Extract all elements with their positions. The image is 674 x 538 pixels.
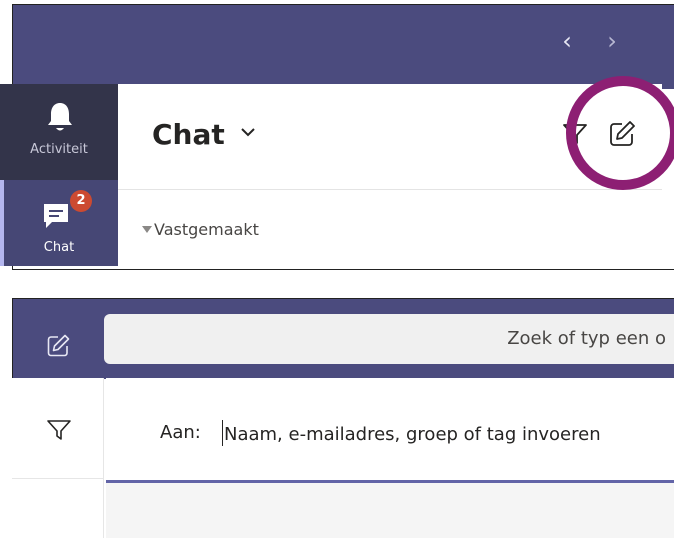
compose-icon[interactable]	[46, 334, 70, 358]
text-cursor	[222, 420, 223, 446]
divider	[12, 478, 104, 479]
to-label: Aan:	[160, 422, 201, 443]
rail-item-label: Chat	[43, 240, 75, 255]
page-title[interactable]: Chat	[152, 118, 225, 151]
pinned-section-label[interactable]: Vastgemaakt	[154, 220, 259, 239]
chat-bubble-icon	[44, 204, 68, 228]
unread-badge: 2	[70, 190, 92, 212]
search-input[interactable]: Zoek of typ een o	[104, 314, 674, 364]
side-rail	[12, 378, 104, 538]
back-button[interactable]: ‹	[557, 27, 577, 55]
caret-down-icon[interactable]	[142, 226, 152, 233]
rail-item-label: Activiteit	[30, 142, 88, 157]
conversation-area	[106, 483, 674, 538]
filter-icon[interactable]	[46, 418, 72, 442]
recipient-input[interactable]	[224, 420, 664, 448]
bell-icon	[48, 103, 72, 131]
chevron-down-icon[interactable]	[240, 124, 256, 140]
forward-button[interactable]: ›	[602, 27, 622, 55]
highlight-circle	[566, 76, 674, 190]
